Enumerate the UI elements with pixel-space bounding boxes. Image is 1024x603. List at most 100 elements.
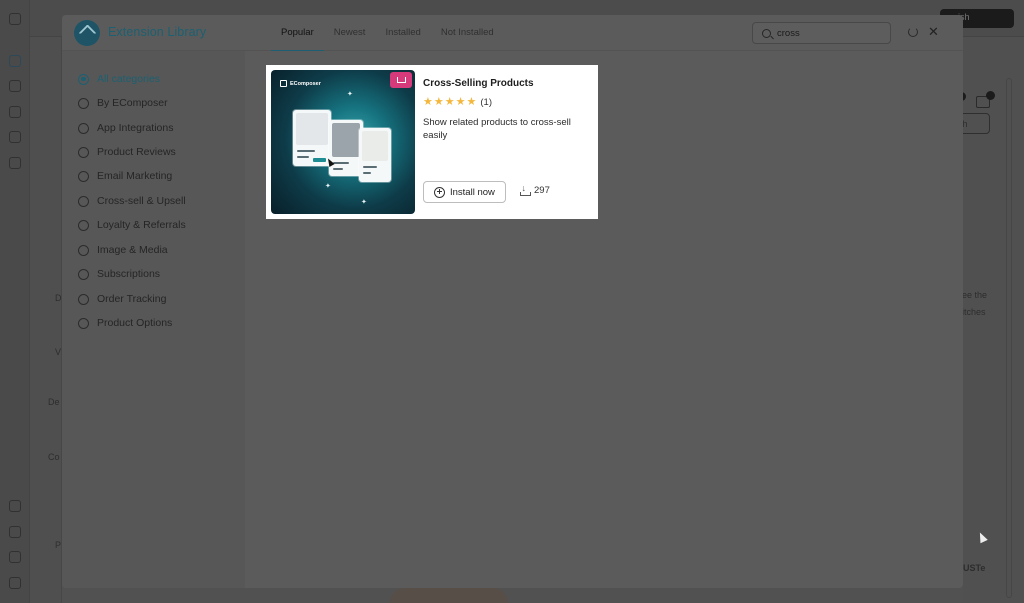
radio-icon <box>78 244 89 256</box>
radio-icon <box>78 146 89 158</box>
product-button-graphic <box>313 158 326 162</box>
install-now-button[interactable]: Install now <box>423 181 506 203</box>
thumbnail-brand-text: EComposer <box>290 80 321 87</box>
radio-icon <box>78 170 89 182</box>
radio-icon <box>78 195 89 207</box>
sparkle-icon: ✦ <box>361 199 367 206</box>
bg-label: D <box>55 293 62 303</box>
product-image-graphic <box>296 113 328 145</box>
settings-icon[interactable] <box>9 551 21 563</box>
ecomposer-logo-icon <box>74 20 100 46</box>
product-card-graphic <box>359 128 391 182</box>
search-box[interactable] <box>752 22 891 44</box>
apps-icon[interactable] <box>9 131 21 143</box>
category-label: Subscriptions <box>97 268 161 280</box>
tab-newest[interactable]: Newest <box>324 15 376 51</box>
close-icon[interactable]: ✕ <box>928 25 939 39</box>
radio-icon <box>78 219 89 231</box>
category-sidebar: All categories By EComposer App Integrat… <box>62 51 245 588</box>
category-label: By EComposer <box>97 97 168 109</box>
extension-description: Show related products to cross-sell easi… <box>423 117 571 141</box>
category-label: Product Reviews <box>97 146 176 158</box>
product-card-graphic <box>293 110 331 166</box>
download-count: 297 <box>520 183 550 196</box>
radio-icon <box>78 122 89 134</box>
category-loyalty-referrals[interactable]: Loyalty & Referrals <box>78 216 186 234</box>
radio-icon <box>78 293 89 305</box>
brush-icon[interactable] <box>9 80 21 92</box>
tab-popular[interactable]: Popular <box>271 15 324 52</box>
modal-header: Extension Library Popular Newest Install… <box>62 15 963 52</box>
category-product-options[interactable]: Product Options <box>78 314 172 332</box>
extension-thumbnail[interactable]: EComposer ✦ ✦ ✦ <box>271 70 415 214</box>
tab-installed[interactable]: Installed <box>375 15 430 51</box>
install-label: Install now <box>450 186 495 198</box>
app-side-panel: D V De Co P <box>30 37 62 603</box>
preview-text: ee the <box>962 290 988 300</box>
star-icon: ★ <box>455 96 466 108</box>
bg-label: V <box>55 347 62 357</box>
cart-badge <box>986 91 995 100</box>
star-icon: ★ <box>444 96 455 108</box>
preview-scrollbar[interactable] <box>1006 78 1012 598</box>
layers-icon[interactable] <box>9 55 21 67</box>
refresh-icon[interactable] <box>908 27 918 37</box>
category-order-tracking[interactable]: Order Tracking <box>78 290 166 308</box>
sparkle-icon: ✦ <box>325 183 331 190</box>
plus-circle-icon <box>434 186 445 198</box>
category-label: Loyalty & Referrals <box>97 219 186 231</box>
help-icon[interactable] <box>9 577 21 589</box>
category-label: App Integrations <box>97 122 174 134</box>
category-label: Email Marketing <box>97 170 173 182</box>
crown-icon <box>390 72 412 88</box>
radio-icon <box>78 97 89 109</box>
category-image-media[interactable]: Image & Media <box>78 241 168 259</box>
preview-image-fragment <box>390 588 508 603</box>
rating: ★ ★ ★ ★ ★ (1) <box>423 96 492 108</box>
category-label: Cross-sell & Upsell <box>97 195 186 207</box>
tab-bar: Popular Newest Installed Not Installed <box>271 15 504 52</box>
category-all[interactable]: All categories <box>78 70 160 88</box>
category-subscriptions[interactable]: Subscriptions <box>78 265 160 283</box>
ecomposer-mark-icon <box>280 80 287 87</box>
category-product-reviews[interactable]: Product Reviews <box>78 143 176 161</box>
product-text-graphic <box>333 162 349 164</box>
category-app-integrations[interactable]: App Integrations <box>78 119 173 137</box>
category-label: Order Tracking <box>97 293 167 305</box>
tab-not-installed[interactable]: Not Installed <box>431 15 504 51</box>
radio-icon <box>78 268 89 280</box>
category-cross-sell-upsell[interactable]: Cross-sell & Upsell <box>78 192 186 210</box>
upload-icon[interactable] <box>9 500 21 512</box>
category-label: Product Options <box>97 317 173 329</box>
database-icon[interactable] <box>9 106 21 118</box>
star-icon: ★ <box>433 96 444 108</box>
download-rail-icon[interactable] <box>9 526 21 538</box>
radio-checked-icon <box>78 73 89 85</box>
page-icon[interactable] <box>9 157 21 169</box>
extension-title: Cross-Selling Products <box>423 78 534 89</box>
product-image-graphic <box>332 123 360 157</box>
bg-label: De <box>48 397 60 407</box>
download-count-value: 297 <box>534 185 550 196</box>
rating-count: (1) <box>480 96 492 108</box>
exit-icon[interactable] <box>9 13 21 25</box>
radio-icon <box>78 317 89 329</box>
preview-text: itches <box>962 307 986 317</box>
modal-title: Extension Library <box>108 25 207 39</box>
category-label: All categories <box>97 73 161 85</box>
product-card-graphic <box>329 120 363 176</box>
search-icon <box>762 29 771 38</box>
product-image-graphic <box>362 131 388 161</box>
category-by-ecomposer[interactable]: By EComposer <box>78 94 168 112</box>
product-text-graphic <box>333 168 343 170</box>
preview-text: USTe <box>963 563 986 573</box>
star-icon: ★ <box>466 96 477 108</box>
extension-card[interactable]: EComposer ✦ ✦ ✦ Cross-Selling Products ★… <box>266 65 598 219</box>
thumbnail-brand: EComposer <box>280 80 321 87</box>
search-input[interactable] <box>777 25 885 41</box>
category-email-marketing[interactable]: Email Marketing <box>78 167 172 185</box>
product-text-graphic <box>363 166 377 168</box>
sparkle-icon: ✦ <box>347 91 353 98</box>
product-text-graphic <box>363 172 371 174</box>
category-label: Image & Media <box>97 244 168 256</box>
